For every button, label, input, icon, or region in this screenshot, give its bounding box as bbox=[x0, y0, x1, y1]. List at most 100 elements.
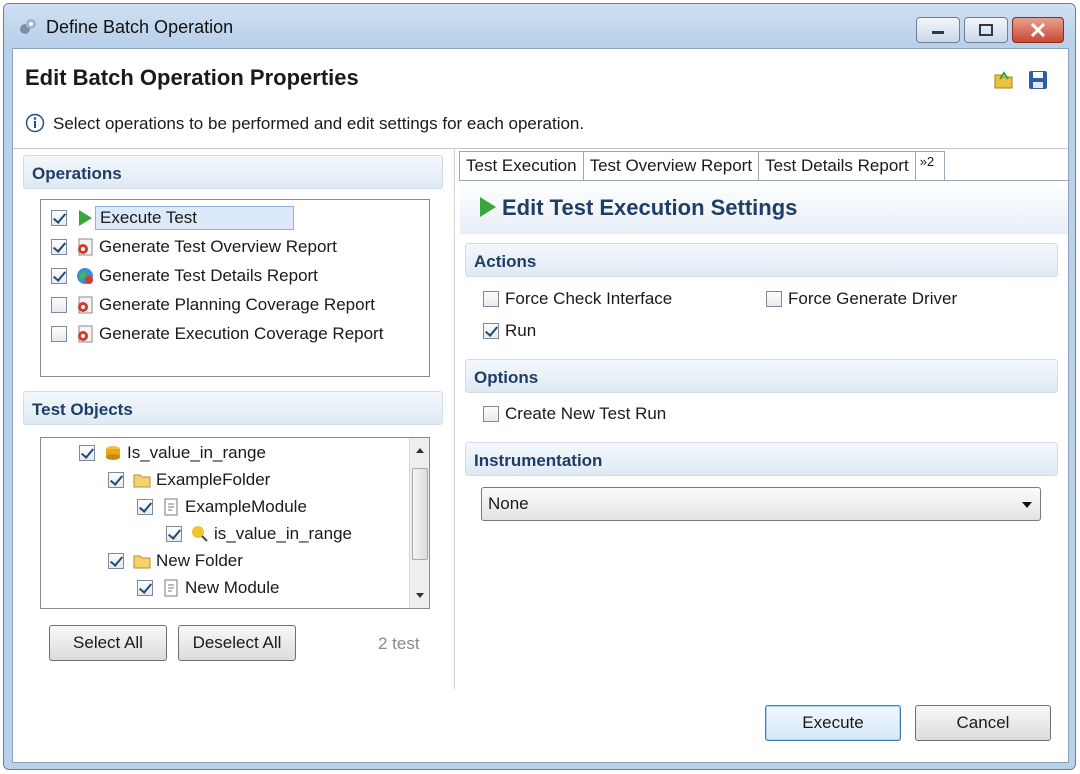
force-generate-driver-label: Force Generate Driver bbox=[788, 289, 958, 308]
tree-label: ExampleFolder bbox=[156, 470, 271, 489]
tab-test-execution[interactable]: Test Execution bbox=[459, 151, 584, 181]
tree-label: Is_value_in_range bbox=[127, 443, 266, 462]
scroll-up-icon[interactable] bbox=[415, 446, 425, 454]
save-icon[interactable] bbox=[1027, 69, 1049, 91]
test-objects-tree[interactable]: Is_value_in_range ExampleFolder ExampleM… bbox=[40, 437, 430, 609]
operation-execute-test[interactable]: Execute Test bbox=[51, 205, 295, 231]
tree-item-folder[interactable]: New Folder bbox=[108, 548, 243, 574]
minimize-button[interactable] bbox=[916, 17, 960, 43]
instrumentation-value: None bbox=[488, 494, 529, 513]
operations-header: Operations bbox=[23, 155, 443, 189]
edit-settings-header: Edit Test Execution Settings bbox=[460, 182, 1068, 234]
panel-splitter[interactable] bbox=[454, 149, 455, 689]
maximize-button[interactable] bbox=[964, 17, 1008, 43]
test-object-icon bbox=[192, 526, 208, 542]
tab-overflow[interactable]: »2 bbox=[914, 151, 945, 181]
tree-label: ExampleModule bbox=[185, 497, 307, 516]
tree-checkbox[interactable] bbox=[108, 472, 124, 488]
operation-label: Execute Test bbox=[95, 206, 295, 230]
dialog-window: Define Batch Operation Edit Batch Operat… bbox=[3, 3, 1076, 770]
close-button[interactable] bbox=[1012, 17, 1064, 43]
test-overview-checkbox[interactable] bbox=[51, 239, 67, 255]
cancel-button[interactable]: Cancel bbox=[915, 705, 1051, 741]
folder-icon bbox=[133, 474, 151, 488]
header-divider bbox=[13, 148, 1068, 149]
scroll-down-icon[interactable] bbox=[415, 592, 425, 600]
force-generate-driver-option[interactable]: Force Generate Driver bbox=[766, 289, 957, 309]
info-icon bbox=[25, 113, 45, 133]
execute-button[interactable]: Execute bbox=[765, 705, 901, 741]
globe-report-icon bbox=[77, 268, 93, 284]
window-title: Define Batch Operation bbox=[46, 17, 234, 37]
tree-item-module[interactable]: New Module bbox=[137, 575, 280, 601]
tab-underline bbox=[459, 180, 1070, 181]
report-icon bbox=[78, 296, 93, 314]
force-check-interface-checkbox[interactable] bbox=[483, 291, 499, 307]
run-option[interactable]: Run bbox=[483, 321, 536, 341]
create-new-test-run-checkbox[interactable] bbox=[483, 406, 499, 422]
deselect-all-button[interactable]: Deselect All bbox=[178, 625, 296, 661]
tree-label: is_value_in_range bbox=[214, 524, 352, 543]
tree-checkbox[interactable] bbox=[108, 553, 124, 569]
play-icon bbox=[480, 197, 496, 217]
test-count: 2 test bbox=[378, 634, 420, 653]
run-label: Run bbox=[505, 321, 537, 340]
operation-label: Generate Execution Coverage Report bbox=[99, 324, 384, 343]
operation-test-details[interactable]: Generate Test Details Report bbox=[51, 263, 318, 289]
options-title: Options bbox=[474, 368, 539, 387]
tree-item-folder[interactable]: ExampleFolder bbox=[108, 467, 270, 493]
tab-test-details-report[interactable]: Test Details Report bbox=[758, 151, 916, 181]
tree-item-project[interactable]: Is_value_in_range bbox=[79, 440, 266, 466]
create-new-test-run-option[interactable]: Create New Test Run bbox=[483, 404, 666, 424]
tree-checkbox[interactable] bbox=[79, 445, 95, 461]
tree-checkbox[interactable] bbox=[166, 526, 182, 542]
select-all-button[interactable]: Select All bbox=[49, 625, 167, 661]
operations-list[interactable]: Execute Test Generate Test Overview Repo… bbox=[40, 199, 430, 377]
operation-label: Generate Planning Coverage Report bbox=[99, 295, 375, 314]
project-icon bbox=[106, 446, 120, 460]
report-icon bbox=[78, 238, 93, 256]
folder-icon bbox=[133, 555, 151, 569]
operation-test-overview[interactable]: Generate Test Overview Report bbox=[51, 234, 337, 260]
tree-checkbox[interactable] bbox=[137, 580, 153, 596]
create-new-test-run-label: Create New Test Run bbox=[505, 404, 667, 423]
tab-test-overview-report[interactable]: Test Overview Report bbox=[582, 151, 760, 181]
settings-tabs: Test Execution Test Overview Report Test… bbox=[459, 151, 945, 181]
tree-label: New Folder bbox=[156, 551, 243, 570]
scrollbar-thumb[interactable] bbox=[412, 468, 428, 560]
tree-scrollbar[interactable] bbox=[409, 438, 429, 608]
force-check-interface-option[interactable]: Force Check Interface bbox=[483, 289, 672, 309]
header-area: Edit Batch Operation Properties Select o… bbox=[13, 49, 1068, 149]
minimize-icon bbox=[932, 31, 944, 34]
planning-coverage-checkbox[interactable] bbox=[51, 297, 67, 313]
test-details-checkbox[interactable] bbox=[51, 268, 67, 284]
tree-item-module[interactable]: ExampleModule bbox=[137, 494, 307, 520]
tree-label: New Module bbox=[185, 578, 280, 597]
tree-item-test-object[interactable]: is_value_in_range bbox=[166, 521, 352, 547]
options-header: Options bbox=[465, 359, 1058, 393]
operation-execution-coverage[interactable]: Generate Execution Coverage Report bbox=[51, 321, 383, 347]
instrumentation-title: Instrumentation bbox=[474, 451, 603, 470]
run-checkbox[interactable] bbox=[483, 323, 499, 339]
force-generate-driver-checkbox[interactable] bbox=[766, 291, 782, 307]
report-icon bbox=[78, 325, 93, 343]
info-text: Select operations to be performed and ed… bbox=[53, 114, 585, 133]
tree-checkbox[interactable] bbox=[137, 499, 153, 515]
execute-test-checkbox[interactable] bbox=[51, 210, 67, 226]
instrumentation-select[interactable]: None bbox=[481, 487, 1041, 521]
instrumentation-header: Instrumentation bbox=[465, 442, 1058, 476]
title-bar[interactable]: Define Batch Operation bbox=[4, 4, 1075, 48]
open-folder-icon[interactable] bbox=[993, 69, 1015, 91]
chevron-down-icon bbox=[1022, 502, 1032, 508]
dialog-body: Edit Batch Operation Properties Select o… bbox=[12, 48, 1070, 763]
play-icon bbox=[79, 210, 92, 226]
info-message: Select operations to be performed and ed… bbox=[25, 113, 584, 134]
operations-title: Operations bbox=[32, 164, 122, 183]
module-icon bbox=[164, 498, 178, 516]
test-objects-title: Test Objects bbox=[32, 400, 133, 419]
execution-coverage-checkbox[interactable] bbox=[51, 326, 67, 342]
operation-planning-coverage[interactable]: Generate Planning Coverage Report bbox=[51, 292, 375, 318]
operation-label: Generate Test Details Report bbox=[99, 266, 318, 285]
test-objects-header: Test Objects bbox=[23, 391, 443, 425]
close-icon bbox=[1030, 23, 1046, 37]
